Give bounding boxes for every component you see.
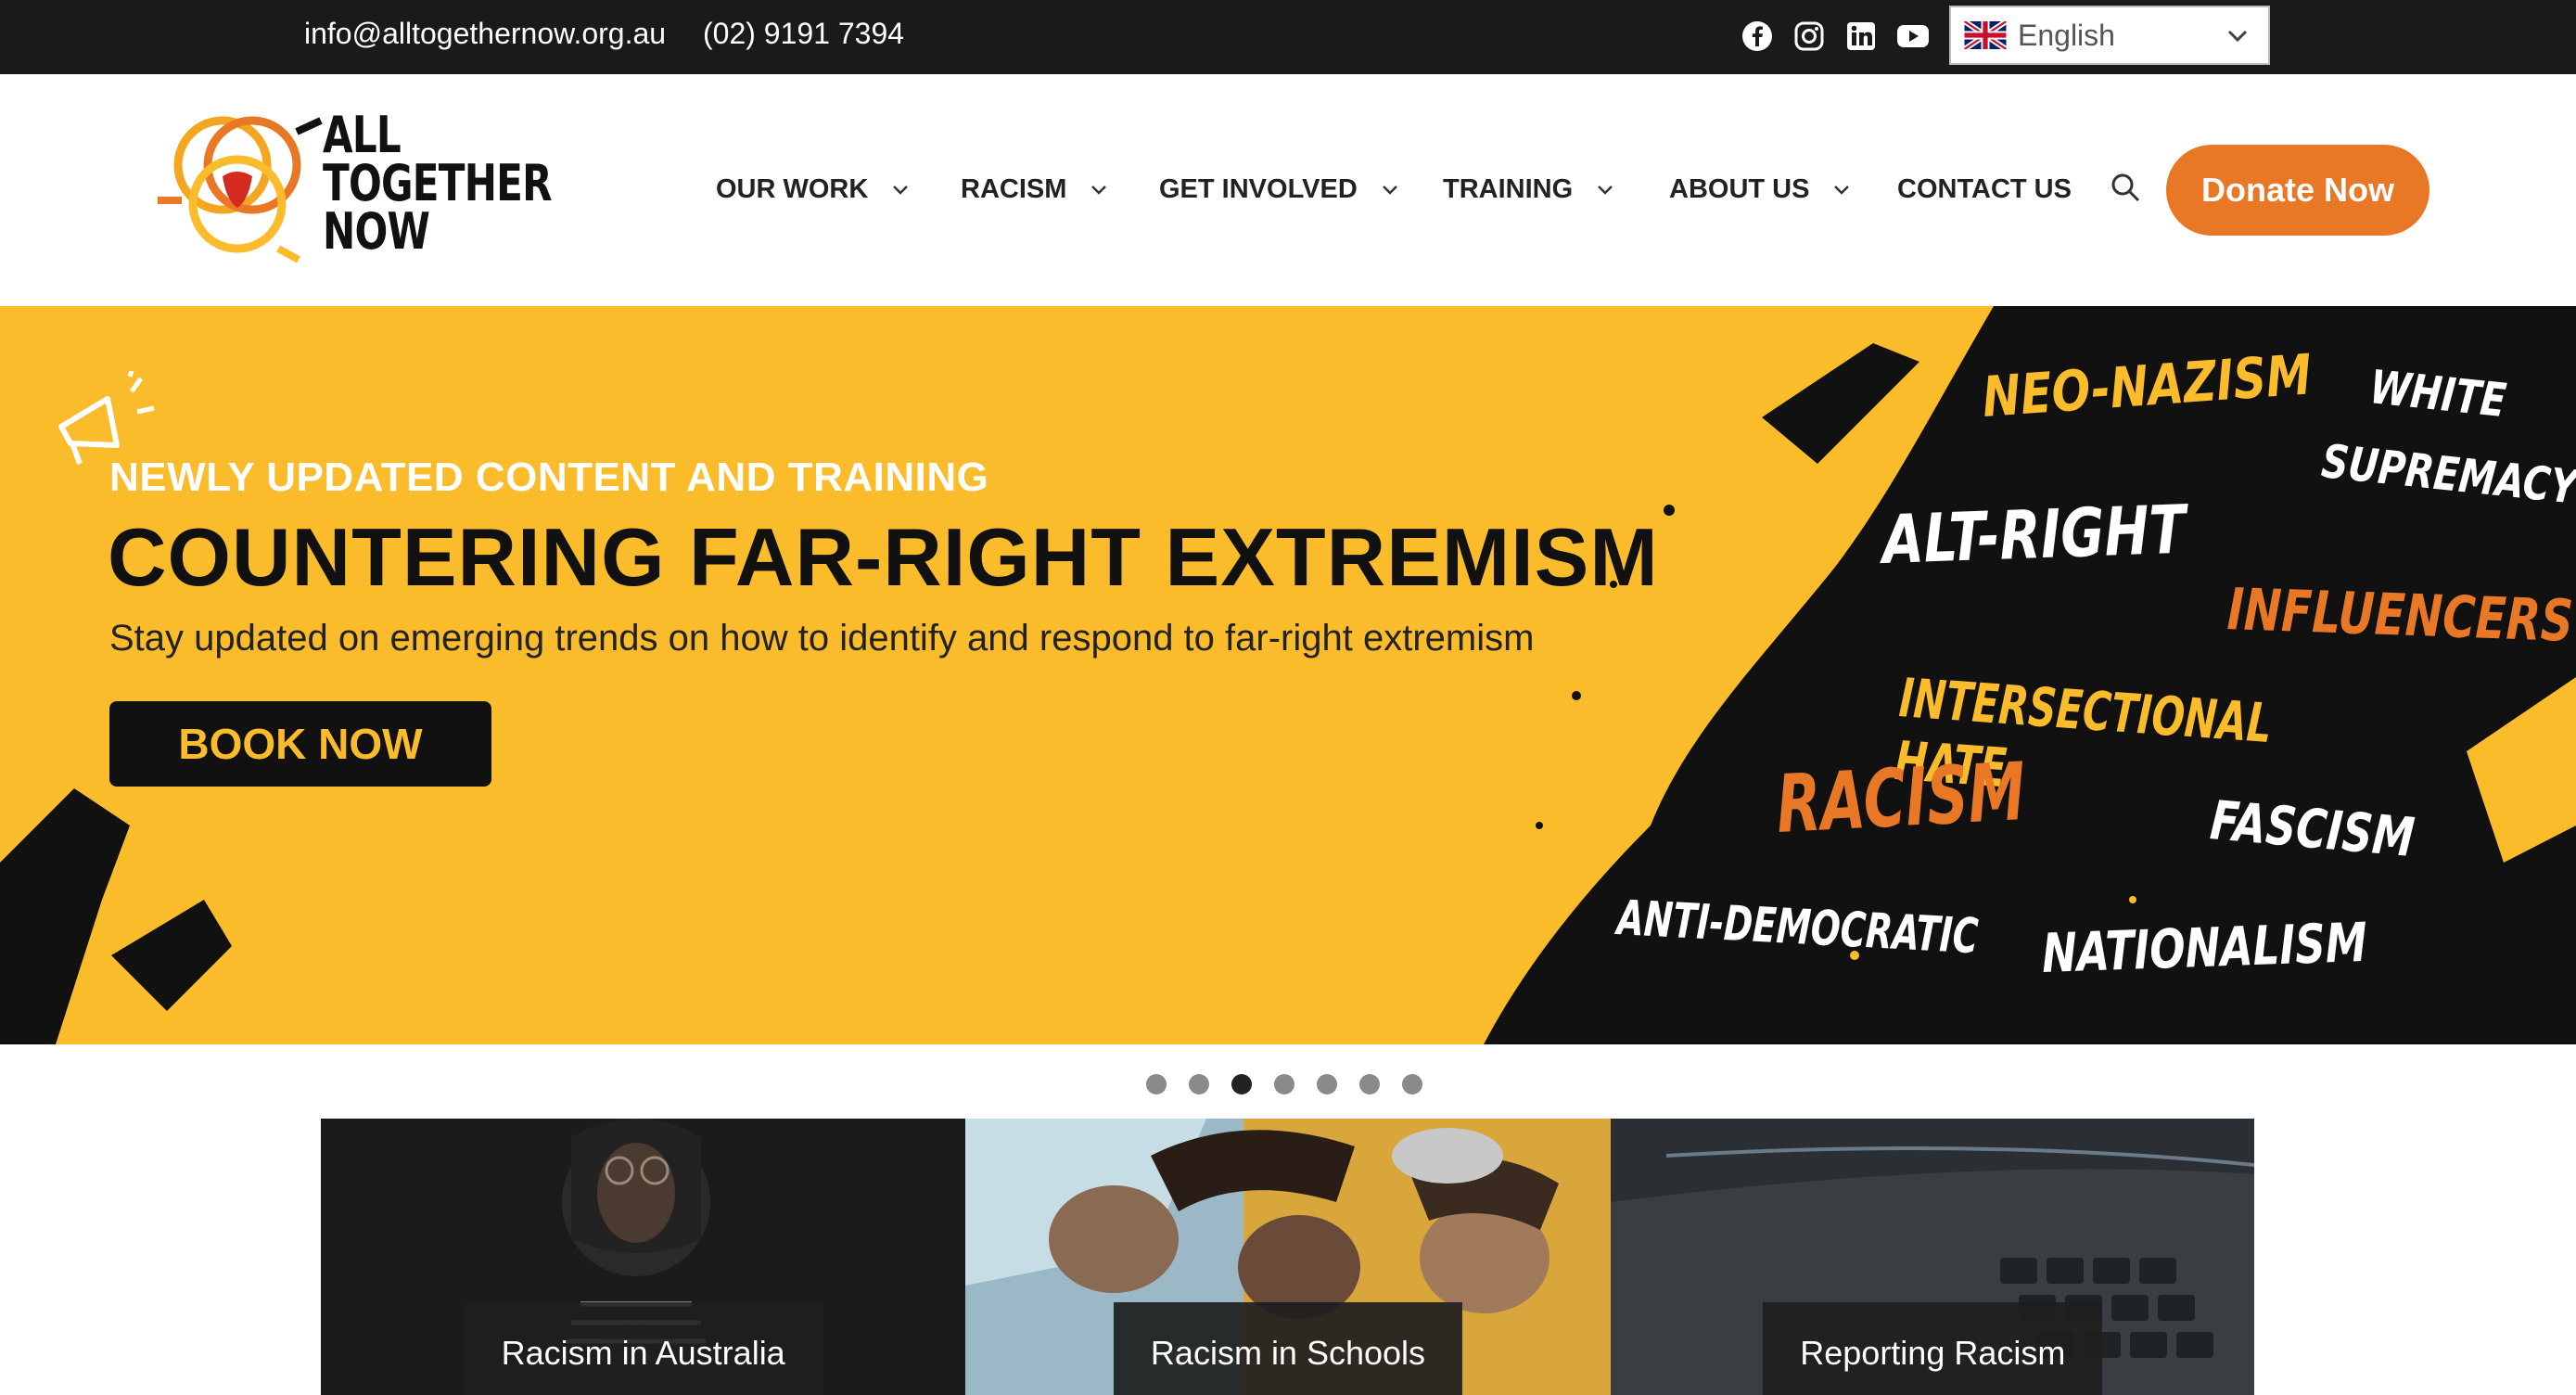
nav-label: ABOUT US (1669, 174, 1810, 204)
nav-our-work[interactable]: OUR WORK (716, 174, 909, 205)
nav-label: OUR WORK (716, 174, 869, 204)
carousel-dot[interactable] (1402, 1074, 1422, 1094)
uk-flag-icon (1964, 21, 2007, 49)
site-logo[interactable]: ALL TOGETHER NOW (148, 110, 553, 269)
carousel-dot[interactable] (1189, 1074, 1209, 1094)
instagram-icon[interactable] (1792, 19, 1827, 54)
hero-word: NATIONALISM (2040, 910, 2368, 985)
site-header: ALL TOGETHER NOW OUR WORK RACISM GET INV… (0, 74, 2576, 306)
language-label: English (2018, 18, 2115, 52)
top-bar: info@alltogethernow.org.au (02) 9191 739… (0, 0, 2576, 74)
hero-word: ALT-RIGHT (1881, 490, 2187, 579)
nav-training[interactable]: TRAINING (1443, 174, 1613, 205)
logo-mark-icon (158, 116, 323, 263)
card-reporting-racism[interactable]: Reporting Racism (1610, 1119, 2255, 1395)
carousel-dots (1146, 1074, 1422, 1094)
card-racism-in-schools[interactable]: Racism in Schools (965, 1119, 1611, 1395)
carousel-dot[interactable] (1317, 1074, 1337, 1094)
chevron-down-icon (1382, 185, 1397, 195)
card-racism-in-australia[interactable]: Racism in Australia (321, 1119, 966, 1395)
chevron-down-icon (1598, 185, 1613, 195)
card-label: Racism in Schools (1113, 1302, 1463, 1395)
nav-contact-us[interactable]: CONTACT US (1897, 174, 2072, 205)
nav-about-us[interactable]: ABOUT US (1669, 174, 1850, 205)
chevron-down-icon (1091, 185, 1107, 195)
chevron-down-icon (2227, 30, 2248, 43)
nav-label: CONTACT US (1897, 174, 2072, 204)
carousel-dot[interactable] (1359, 1074, 1380, 1094)
card-label: Reporting Racism (1763, 1302, 2103, 1395)
chevron-down-icon (893, 185, 909, 195)
linkedin-icon[interactable] (1843, 19, 1879, 54)
language-select[interactable]: English (1949, 6, 2270, 65)
youtube-icon[interactable] (1895, 19, 1931, 54)
carousel-dot-active[interactable] (1231, 1074, 1252, 1094)
facebook-icon[interactable] (1740, 19, 1775, 54)
book-now-button[interactable]: BOOK NOW (109, 701, 491, 787)
card-label: Racism in Australia (464, 1302, 823, 1395)
hero-title: COUNTERING FAR-RIGHT EXTREMISM (108, 511, 1659, 603)
search-icon[interactable] (2109, 171, 2146, 208)
nav-label: RACISM (961, 174, 1067, 204)
phone-link[interactable]: (02) 9191 7394 (703, 17, 904, 51)
donate-button[interactable]: Donate Now (2166, 145, 2429, 236)
chevron-down-icon (1834, 185, 1850, 195)
nav-label: TRAINING (1443, 174, 1574, 204)
carousel-dot[interactable] (1146, 1074, 1167, 1094)
logo-wordmark: ALL TOGETHER NOW (323, 106, 553, 261)
hero-word: INFLUENCERS (2225, 575, 2575, 655)
hero-word: RACISM (1774, 746, 2028, 851)
hero-banner[interactable]: NEWLY UPDATED CONTENT AND TRAINING COUNT… (0, 306, 2576, 1044)
nav-get-involved[interactable]: GET INVOLVED (1159, 174, 1398, 205)
carousel-dot[interactable] (1274, 1074, 1294, 1094)
feature-cards: Racism in Australia Racism in Schools Re… (321, 1119, 2255, 1395)
hero-subtitle: Stay updated on emerging trends on how t… (109, 618, 1535, 659)
nav-racism[interactable]: RACISM (961, 174, 1107, 205)
email-link[interactable]: info@alltogethernow.org.au (304, 17, 666, 51)
nav-label: GET INVOLVED (1159, 174, 1358, 204)
hero-kicker: NEWLY UPDATED CONTENT AND TRAINING (109, 454, 989, 500)
